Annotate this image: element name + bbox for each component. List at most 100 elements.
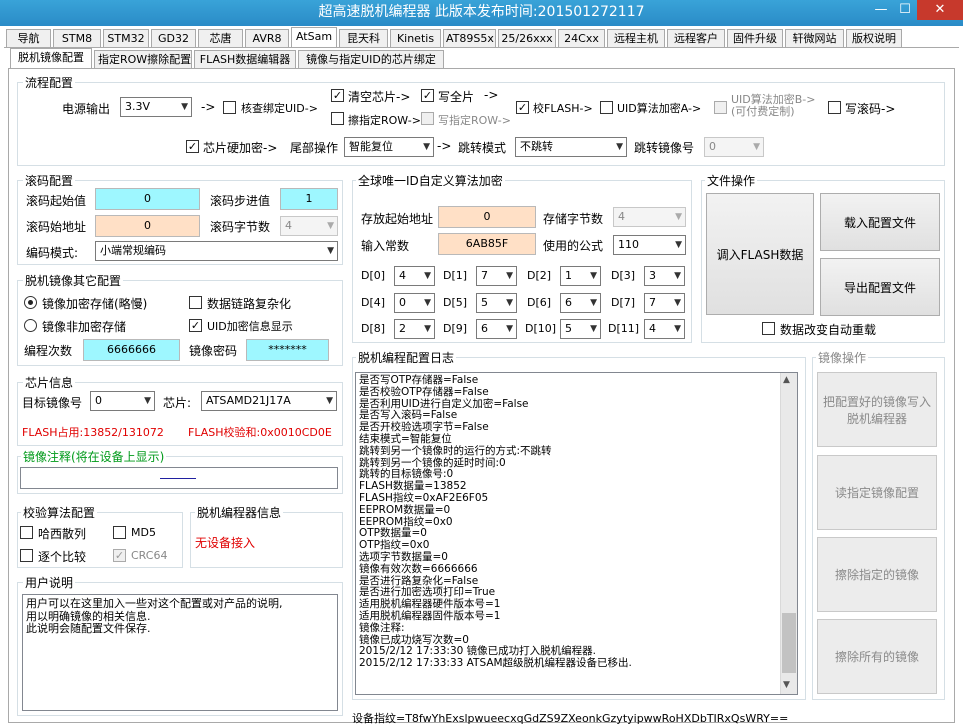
tab-nuvoton[interactable]: 芯唐 [198,29,243,47]
scroll-up-icon[interactable]: ▲ [783,375,790,385]
subtab-flash-editor[interactable]: FLASH数据编辑器 [194,50,296,68]
maximize-button[interactable]: ☐ [893,0,917,20]
tab-website[interactable]: 轩微网站 [785,29,844,47]
load-flash-button[interactable]: 调入FLASH数据 [706,193,814,315]
chip-hw-encrypt-checkbox[interactable]: ✓ [186,140,199,153]
verify-flash-checkbox[interactable]: ✓ [516,101,529,114]
d2-value: 1 [565,269,572,282]
write-all-label: 写全片 [438,90,475,104]
uid-bytes-label: 存储字节数 [543,212,604,226]
clear-chip-checkbox[interactable]: ✓ [331,89,344,102]
tab-24cxx[interactable]: 24Cxx [558,29,605,47]
auto-reload-checkbox[interactable] [762,322,775,335]
rolling-addr-input[interactable]: 0 [95,215,200,237]
power-output-value: 3.3V [125,100,151,113]
target-image-select[interactable]: 0 ▼ [90,391,155,411]
uid-algo-a-checkbox[interactable] [600,101,613,114]
tab-gd32[interactable]: GD32 [151,29,196,47]
subtab-row-erase[interactable]: 指定ROW擦除配置 [94,50,192,68]
export-config-button[interactable]: 导出配置文件 [820,258,940,316]
d11-label: D[11] [608,322,640,335]
chip-value: ATSAMD21J17A [206,394,291,407]
d10-select[interactable]: 5 ▼ [560,319,601,339]
d5-select[interactable]: 5 ▼ [476,293,517,313]
d1-value: 7 [481,269,488,282]
d3-select[interactable]: 3 ▼ [644,266,685,286]
tab-avr8[interactable]: AVR8 [245,29,289,47]
log-scroll-thumb[interactable] [782,613,796,673]
write-all-checkbox[interactable]: ✓ [421,89,434,102]
crc64-checkbox[interactable]: ✓ [113,549,126,562]
rolling-step-input[interactable]: 1 [280,188,338,210]
subtab-offline-image[interactable]: 脱机镜像配置 [10,48,92,69]
rolling-start-input[interactable]: 0 [95,188,200,210]
encode-mode-label: 编码模式: [26,246,79,260]
d0-select[interactable]: 4 ▼ [394,266,435,286]
tab-at89s5x[interactable]: AT89S5x [443,29,496,47]
erase-all-button[interactable]: 擦除所有的镜像 [817,619,937,694]
write-image-button[interactable]: 把配置好的镜像写入 脱机编程器 [817,372,937,447]
d4-select[interactable]: 0 ▼ [394,293,435,313]
write-code-checkbox[interactable] [828,101,841,114]
tab-stm8[interactable]: STM8 [53,29,101,47]
log-textarea[interactable]: 是否写OTP存储器=False 是否校验OTP存储器=False 是否利用UID… [355,372,798,695]
erase-image-button[interactable]: 擦除指定的镜像 [817,537,937,612]
scroll-down-icon[interactable]: ▼ [783,680,790,690]
jump-mode-select[interactable]: 不跳转 ▼ [515,137,627,157]
tab-stm32[interactable]: STM32 [103,29,149,47]
d11-select[interactable]: 4 ▼ [644,319,685,339]
program-count-input[interactable]: 6666666 [83,339,180,361]
uid-bytes-select[interactable]: 4 ▼ [613,207,686,227]
write-row-label: 写指定ROW-> [438,114,511,127]
user-note-title: 用户说明 [23,574,76,591]
chevron-down-icon: ▼ [590,271,597,281]
close-button[interactable]: ✕ [917,0,963,20]
hash-checkbox[interactable] [20,526,33,539]
erase-row-checkbox[interactable] [331,112,344,125]
power-output-select[interactable]: 3.3V ▼ [120,97,192,117]
tab-remote-host[interactable]: 远程主机 [607,29,665,47]
read-image-button[interactable]: 读指定镜像配置 [817,455,937,530]
tab-remote-client[interactable]: 远程客户 [667,29,725,47]
d2-select[interactable]: 1 ▼ [560,266,601,286]
verify-uid-checkbox[interactable] [223,101,236,114]
d0-label: D[0] [361,269,386,282]
tail-op-select[interactable]: 智能复位 ▼ [344,137,434,157]
link-complex-checkbox[interactable] [189,296,202,309]
encode-mode-select[interactable]: 小端常规编码 ▼ [95,241,338,261]
chip-select[interactable]: ATSAMD21J17A ▼ [201,391,337,411]
uid-const-input[interactable]: 6AB85F [438,233,536,255]
uid-addr-input[interactable]: 0 [438,206,536,228]
tab-copyright[interactable]: 版权说明 [846,29,902,47]
uid-formula-select[interactable]: 110 ▼ [613,235,686,255]
nonenc-store-radio[interactable] [24,319,37,332]
window-title: 超高速脱机编程器 此版本发布时间:201501272117 [0,0,963,26]
image-password-input[interactable]: ******* [246,339,329,361]
d6-select[interactable]: 6 ▼ [560,293,601,313]
tab-atsam[interactable]: AtSam [291,27,337,48]
subtab-uid-binding[interactable]: 镜像与指定UID的芯片绑定 [298,50,444,68]
uid-algo-b-checkbox[interactable] [714,101,727,114]
tab-kinetis[interactable]: Kinetis [390,29,441,47]
rolling-bytes-select[interactable]: 4 ▼ [280,216,338,236]
image-note-underline [160,478,196,479]
jump-image-select[interactable]: 0 ▼ [704,137,764,157]
load-config-button[interactable]: 载入配置文件 [820,193,940,251]
rolling-config-title: 滚码配置 [23,172,76,189]
user-note-textarea[interactable]: 用户可以在这里加入一些对这个配置或对产品的说明, 用以明确镜像的相关信息. 此说… [22,594,338,711]
tab-kuntianke[interactable]: 昆天科 [339,29,388,47]
tab-nav[interactable]: 导航 [6,29,51,47]
minimize-button[interactable]: — [868,0,894,20]
compare-checkbox[interactable] [20,549,33,562]
d8-select[interactable]: 2 ▼ [394,319,435,339]
tab-25-26xxx[interactable]: 25/26xxx [498,29,556,47]
d1-select[interactable]: 7 ▼ [476,266,517,286]
write-row-checkbox[interactable] [421,112,434,125]
rolling-addr-label: 滚码始地址 [26,220,87,234]
md5-checkbox[interactable] [113,526,126,539]
d7-select[interactable]: 7 ▼ [644,293,685,313]
tab-firmware-upgrade[interactable]: 固件升级 [727,29,783,47]
enc-store-radio[interactable] [24,296,37,309]
uid-show-checkbox[interactable]: ✓ [189,319,202,332]
d9-select[interactable]: 6 ▼ [476,319,517,339]
